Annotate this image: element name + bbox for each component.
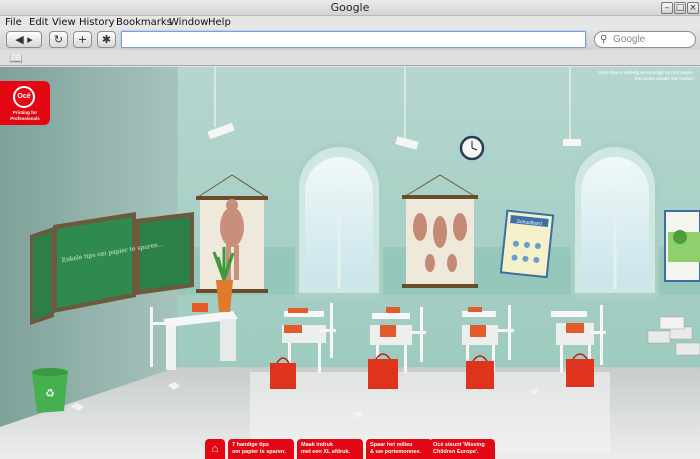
toolbar: ◀ ▸ ↻ + ✱ ⚲ Google (0, 30, 700, 50)
home-icon[interactable]: ⌂ (205, 439, 225, 459)
minimize-button[interactable]: – (661, 2, 673, 14)
tip-paper-saving[interactable]: 7 handige tips om papier te sparen. (228, 439, 294, 459)
wall-clock (459, 135, 485, 161)
back-forward-button[interactable]: ◀ ▸ (6, 31, 42, 48)
search-field[interactable]: ⚲ Google (594, 31, 696, 48)
tip-label: met een XL afdruk. (301, 449, 351, 455)
address-bar[interactable] (121, 31, 586, 48)
tip-label: Spaar het milieu (370, 442, 413, 448)
svg-text:♻: ♻ (45, 387, 55, 400)
title-bar: Google – □ × (0, 0, 700, 16)
classroom-scene: Schoolbord Enkele tips om papier te spar… (0, 67, 700, 459)
add-bookmark-button[interactable]: + (73, 31, 92, 48)
menu-history[interactable]: History (79, 16, 115, 30)
paper-notice-line: Een echte creatie van hoekie! (634, 76, 694, 81)
bug-report-button[interactable]: ✱ (97, 31, 116, 48)
ceiling-lamp (563, 139, 581, 146)
menu-bookmarks[interactable]: Bookmarks (116, 16, 172, 30)
browser-window: Google – □ × File Edit View History Book… (0, 0, 700, 459)
oce-tagline: Printing for Professionals (10, 110, 40, 121)
menu-bar: File Edit View History Bookmarks Window … (0, 16, 700, 30)
oce-logo[interactable]: Océ Printing for Professionals (0, 81, 50, 125)
tip-environment[interactable]: Spaar het milieu & uw portemonnee. (366, 439, 432, 459)
oce-logo-mark: Océ (13, 86, 35, 108)
tip-label: Children Europe'. (433, 449, 479, 455)
bookmarks-bar: 📖 (0, 50, 700, 66)
search-placeholder: Google (613, 34, 646, 45)
menu-window[interactable]: Window (169, 16, 208, 30)
menu-view[interactable]: View (52, 16, 76, 30)
tip-label: om papier te sparen. (232, 449, 286, 455)
tip-xl-print[interactable]: Maak indruk met een XL afdruk. (297, 439, 363, 459)
menu-help[interactable]: Help (208, 16, 231, 30)
window-right (571, 143, 659, 297)
tip-missing-children[interactable]: Océ steunt 'Missing Children Europe'. (429, 439, 495, 459)
open-book-icon[interactable]: 📖 (9, 52, 23, 65)
tip-label: Maak indruk (301, 442, 334, 448)
maximize-button[interactable]: □ (674, 2, 686, 14)
close-button[interactable]: × (687, 2, 699, 14)
menu-edit[interactable]: Edit (29, 16, 48, 30)
nature-poster (664, 210, 700, 282)
window-title: Google (330, 1, 370, 14)
tip-label: & uw portemonnee. (370, 449, 422, 455)
school-poster: Schoolbord (499, 209, 555, 279)
tip-label: Océ steunt 'Missing (433, 442, 485, 448)
reload-button[interactable]: ↻ (49, 31, 68, 48)
paper-notice: Deze klas is volledig vervaardigd uit Oc… (594, 70, 694, 82)
web-content: Schoolbord Enkele tips om papier te spar… (0, 67, 700, 459)
menu-file[interactable]: File (5, 16, 22, 30)
window-left (295, 143, 383, 297)
search-icon: ⚲ (600, 34, 608, 45)
tip-label: 7 handige tips (232, 442, 269, 448)
